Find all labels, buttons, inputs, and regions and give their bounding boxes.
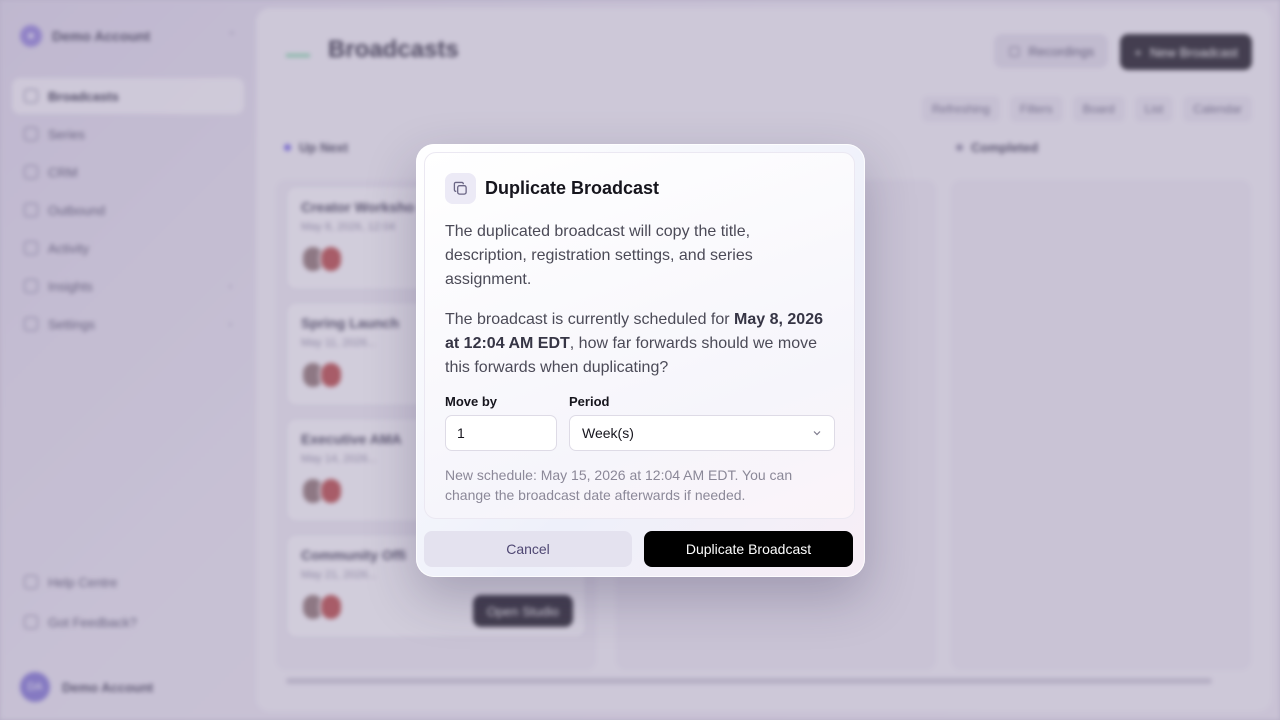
dialog-actions: Cancel Duplicate Broadcast — [424, 531, 857, 567]
period-label: Period — [569, 394, 610, 409]
dialog-body: Duplicate Broadcast The duplicated broad… — [424, 152, 855, 519]
period-field: Period Week(s) — [569, 394, 835, 451]
schedule-fields: Move by Period Week(s) — [445, 394, 835, 451]
dialog-header: Duplicate Broadcast — [445, 173, 834, 204]
copy-icon — [445, 173, 476, 204]
dialog-schedule-text: The broadcast is currently scheduled for… — [445, 308, 834, 380]
duplicate-broadcast-button[interactable]: Duplicate Broadcast — [644, 531, 853, 567]
chevron-down-icon — [813, 431, 821, 436]
duplicate-broadcast-dialog: Duplicate Broadcast The duplicated broad… — [416, 144, 865, 577]
dialog-description: The duplicated broadcast will copy the t… — [445, 223, 753, 288]
move-by-label: Move by — [445, 394, 498, 409]
cancel-button[interactable]: Cancel — [424, 531, 632, 567]
move-by-input[interactable] — [445, 415, 557, 451]
period-select[interactable]: Week(s) — [569, 415, 835, 451]
new-schedule-note: New schedule: May 15, 2026 at 12:04 AM E… — [445, 467, 793, 503]
move-by-field: Move by — [445, 394, 557, 451]
period-value: Week(s) — [582, 425, 634, 441]
dialog-title: Duplicate Broadcast — [485, 178, 660, 198]
schedule-prefix: The broadcast is currently scheduled for — [445, 311, 735, 328]
